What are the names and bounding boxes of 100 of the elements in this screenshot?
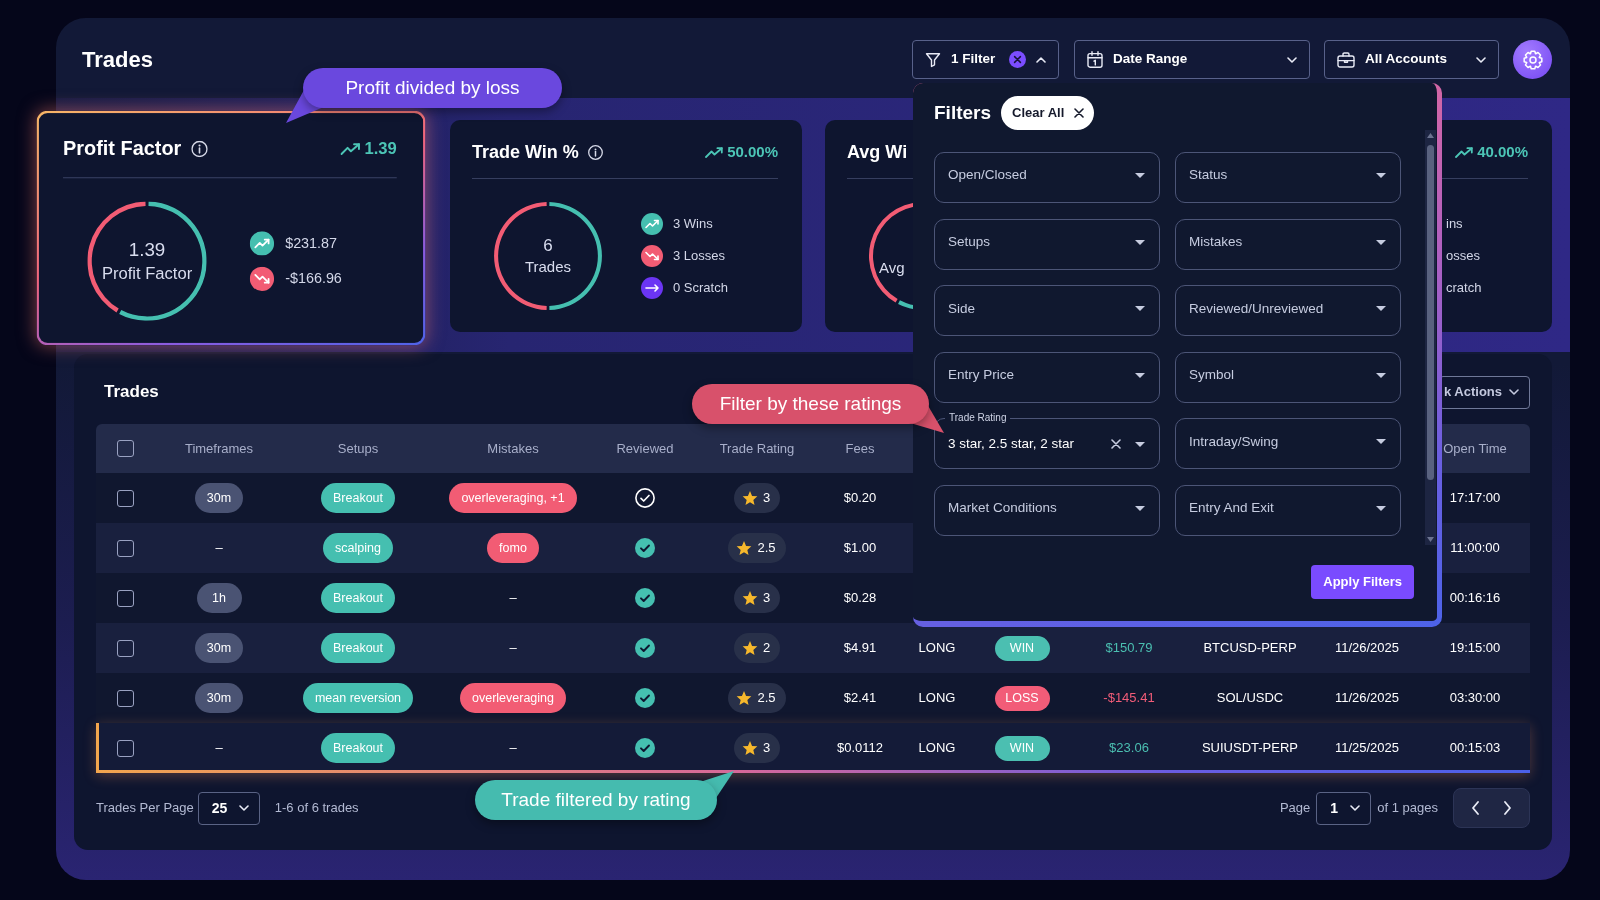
filter-select[interactable]: Market Conditions xyxy=(934,484,1160,536)
mistake-tag: fomo xyxy=(487,533,539,563)
calendar-icon xyxy=(1087,51,1103,68)
filter-select[interactable]: Mistakes xyxy=(1175,218,1401,270)
ring-label: Avg xyxy=(879,257,905,278)
filter-select[interactable]: Entry And Exit xyxy=(1175,484,1401,536)
row-checkbox[interactable] xyxy=(116,639,134,657)
mistake-tag: overleveraging xyxy=(460,683,566,713)
settings-icon xyxy=(1522,49,1543,70)
time-text: 00:16:16 xyxy=(1449,589,1501,608)
result-tag: WIN xyxy=(994,635,1050,661)
setup-tag: Breakout xyxy=(321,583,395,613)
caret-down-icon xyxy=(1135,306,1145,312)
column-header: Reviewed xyxy=(616,439,674,458)
filter-select[interactable]: Symbol xyxy=(1175,351,1401,403)
column-header: Trade Rating xyxy=(719,439,795,458)
side-text: LONG xyxy=(918,639,956,658)
caret-down-icon xyxy=(1135,505,1145,511)
mistake-text: – xyxy=(509,739,517,758)
caret-down-icon xyxy=(1376,372,1386,378)
chevron-down-icon xyxy=(1509,389,1519,395)
row-checkbox[interactable] xyxy=(116,489,134,507)
legend-text: -$166.96 xyxy=(285,268,342,289)
fee-text: $0.28 xyxy=(843,589,877,608)
trend-up-icon xyxy=(340,142,361,156)
legend-text: cratch xyxy=(1446,278,1482,297)
time-text: 19:15:00 xyxy=(1449,639,1501,658)
settings-button[interactable] xyxy=(1513,40,1552,79)
legend-text: 3 Losses xyxy=(673,246,726,265)
mistake-text: – xyxy=(509,639,517,658)
legend-text: 3 Wins xyxy=(673,214,713,233)
date-range-select[interactable]: Date Range xyxy=(1074,40,1310,79)
filter-select[interactable]: Side xyxy=(934,285,1160,337)
clear-all-button[interactable]: Clear All xyxy=(1001,96,1095,130)
ring-label: Profit Factor xyxy=(101,262,193,284)
accounts-select[interactable]: All Accounts xyxy=(1324,40,1499,79)
trend-value: 50.00% xyxy=(727,142,778,163)
clear-icon[interactable] xyxy=(1009,51,1026,68)
fee-text: $4.91 xyxy=(843,639,877,658)
row-checkbox[interactable] xyxy=(116,589,134,607)
caret-down-icon xyxy=(1376,505,1386,511)
legend-text: osses xyxy=(1446,246,1480,265)
symbol-text: SUIUSDT-PERP xyxy=(1201,739,1299,758)
scrollbar[interactable] xyxy=(1425,130,1436,545)
symbol-text: SOL/USDC xyxy=(1216,689,1284,708)
timeframe-tag: 30m xyxy=(194,683,244,713)
info-icon[interactable] xyxy=(191,140,208,158)
row-checkbox[interactable] xyxy=(116,739,134,757)
setup-tag: Breakout xyxy=(321,633,395,663)
filter-select[interactable]: Intraday/Swing xyxy=(1175,418,1401,470)
rating-value: 3 xyxy=(762,739,771,758)
time-text: 00:15:03 xyxy=(1449,739,1501,758)
row-checkbox[interactable] xyxy=(116,689,134,707)
select-all-checkbox[interactable] xyxy=(116,440,134,457)
chevron-left-icon xyxy=(1472,801,1480,815)
filter-button[interactable]: 1 Filter xyxy=(912,40,1059,79)
table-title: Trades xyxy=(103,381,159,404)
row-checkbox[interactable] xyxy=(116,539,134,557)
date-text: 11/25/2025 xyxy=(1334,739,1400,758)
per-page-label: Trades Per Page xyxy=(96,799,194,818)
side-text: LONG xyxy=(918,739,956,758)
scroll-down-icon[interactable] xyxy=(1427,537,1434,542)
caret-down-icon xyxy=(1135,239,1145,245)
annotation-callout: Trade filtered by rating xyxy=(475,780,717,820)
per-page-select[interactable]: 25 xyxy=(197,791,260,825)
filter-select[interactable]: Open/Closed xyxy=(934,152,1160,203)
close-icon[interactable] xyxy=(1074,108,1085,118)
chevron-down-icon xyxy=(1476,56,1486,63)
page-label: Page xyxy=(1279,799,1311,818)
filter-icon xyxy=(925,51,941,68)
column-header: Timeframes xyxy=(184,439,254,458)
trade-count-text: 1-6 of 6 trades xyxy=(274,799,359,818)
apply-filters-button[interactable]: Apply Filters xyxy=(1311,565,1414,599)
ring-value: 6 xyxy=(543,234,553,257)
filter-select[interactable]: Reviewed/Unreviewed xyxy=(1175,285,1401,337)
info-icon[interactable] xyxy=(587,145,603,160)
mistake-text: – xyxy=(509,589,517,608)
legend-text: 0 Scratch xyxy=(673,278,728,297)
star-icon xyxy=(741,590,758,606)
legend-text: ins xyxy=(1446,214,1463,233)
chevron-down-icon xyxy=(238,805,249,811)
filter-select[interactable]: Status xyxy=(1175,152,1401,203)
trend-up-icon xyxy=(641,212,663,235)
rating-value: 2.5 xyxy=(757,539,776,558)
scroll-up-icon[interactable] xyxy=(1427,133,1434,138)
trend-up-icon xyxy=(1455,147,1474,158)
timeframe-tag: 30m xyxy=(194,633,244,663)
legend-text: $231.87 xyxy=(285,233,338,253)
timeframe-tag: 1h xyxy=(196,583,242,613)
caret-down-icon xyxy=(1135,372,1145,378)
page-select[interactable]: 1 xyxy=(1316,791,1372,825)
filter-select[interactable]: Entry Price xyxy=(934,351,1160,403)
rating-value: 3 xyxy=(762,489,771,508)
scrollbar-thumb[interactable] xyxy=(1427,145,1434,480)
side-text: LONG xyxy=(918,689,956,708)
date-text: 11/26/2025 xyxy=(1334,639,1400,658)
star-icon xyxy=(736,540,753,556)
trend-value: 40.00% xyxy=(1477,142,1528,163)
panel-title: Filters xyxy=(934,100,992,125)
filter-select[interactable]: Setups xyxy=(934,218,1160,270)
